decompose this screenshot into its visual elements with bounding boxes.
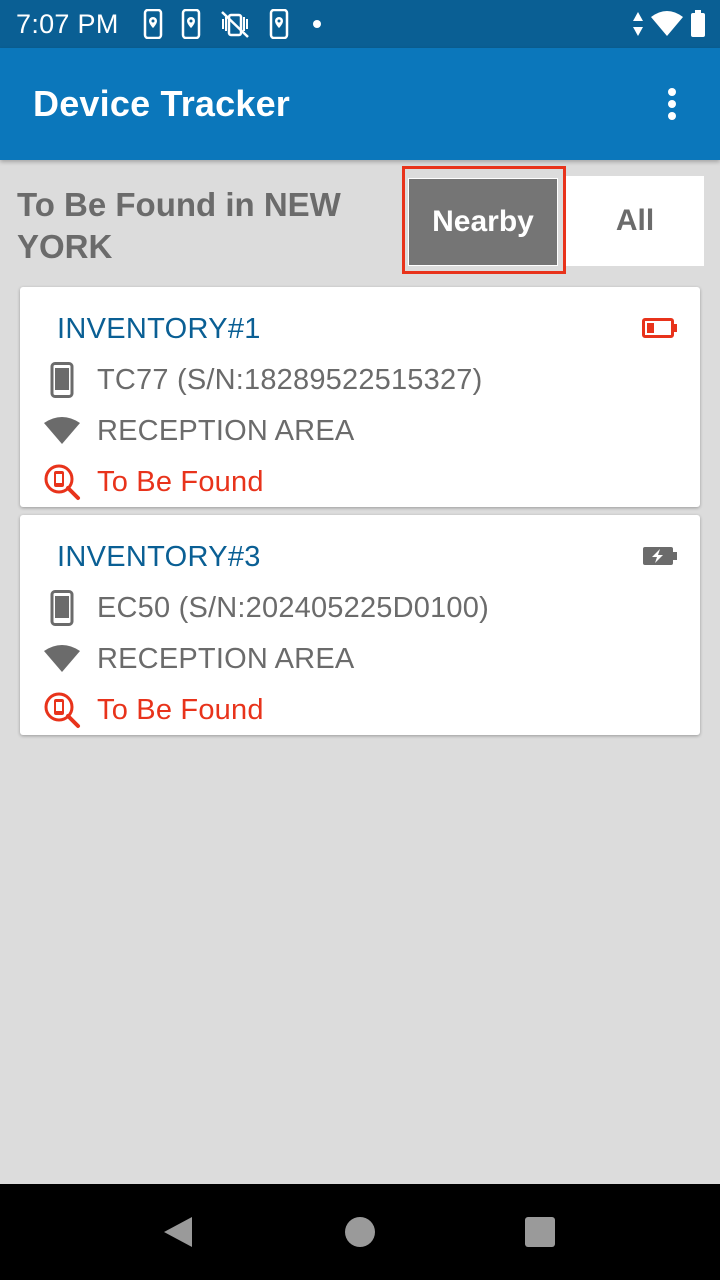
notification-icons — [143, 9, 321, 39]
wifi-icon: 5 — [651, 11, 683, 37]
nearby-toggle-button[interactable]: Nearby — [408, 178, 558, 266]
device-card[interactable]: INVENTORY#3 EC50 (S/N:202405225D0100) RE… — [20, 515, 700, 735]
app-title: Device Tracker — [33, 83, 290, 124]
device-location-row: RECEPTION AREA — [42, 639, 354, 679]
phone-icon — [42, 588, 82, 628]
recents-icon[interactable] — [525, 1217, 555, 1247]
page-title: To Be Found in NEW YORK — [17, 186, 341, 265]
system-icons: 5 — [632, 10, 706, 38]
header-row: To Be Found in NEW YORK Nearby All — [0, 160, 720, 280]
search-device-icon — [42, 462, 82, 502]
wifi-icon — [42, 639, 82, 679]
status-bar: 7:07 PM 5 — [0, 0, 720, 48]
status-time: 7:07 PM — [16, 8, 119, 39]
device-status: To Be Found — [97, 693, 264, 726]
device-status: To Be Found — [97, 465, 264, 498]
battery-charging-icon — [643, 547, 677, 565]
device-name: INVENTORY#1 — [57, 313, 261, 345]
app-bar: Device Tracker — [0, 48, 720, 160]
device-card[interactable]: INVENTORY#1 TC77 (S/N:18289522515327) RE… — [20, 287, 700, 507]
device-location: RECEPTION AREA — [97, 414, 355, 447]
device-model: EC50 (S/N:202405225D0100) — [97, 591, 489, 624]
location-phone-icon — [181, 9, 200, 39]
location-phone-icon — [143, 9, 162, 39]
device-status-row: To Be Found — [42, 690, 264, 730]
device-model: TC77 (S/N:18289522515327) — [97, 363, 483, 396]
home-icon[interactable] — [345, 1217, 375, 1247]
battery-low-icon — [642, 318, 677, 338]
location-phone-icon — [269, 9, 288, 39]
wifi-icon — [42, 411, 82, 451]
device-name: INVENTORY#3 — [57, 541, 261, 573]
vibrate-off-icon — [220, 11, 249, 38]
all-toggle-button[interactable]: All — [566, 176, 704, 266]
dot-icon — [312, 20, 321, 28]
battery-icon — [691, 10, 705, 37]
back-icon[interactable] — [163, 1216, 193, 1248]
data-arrows-icon — [633, 12, 643, 36]
search-device-icon — [42, 690, 82, 730]
overflow-menu-icon[interactable] — [652, 84, 692, 124]
device-status-row: To Be Found — [42, 462, 264, 502]
device-location-row: RECEPTION AREA — [42, 411, 354, 451]
device-location: RECEPTION AREA — [97, 642, 355, 675]
device-model-row: EC50 (S/N:202405225D0100) — [42, 588, 489, 628]
wifi-badge: 5 — [674, 27, 680, 37]
navigation-bar — [0, 1184, 720, 1280]
device-model-row: TC77 (S/N:18289522515327) — [42, 360, 482, 400]
phone-icon — [42, 360, 82, 400]
